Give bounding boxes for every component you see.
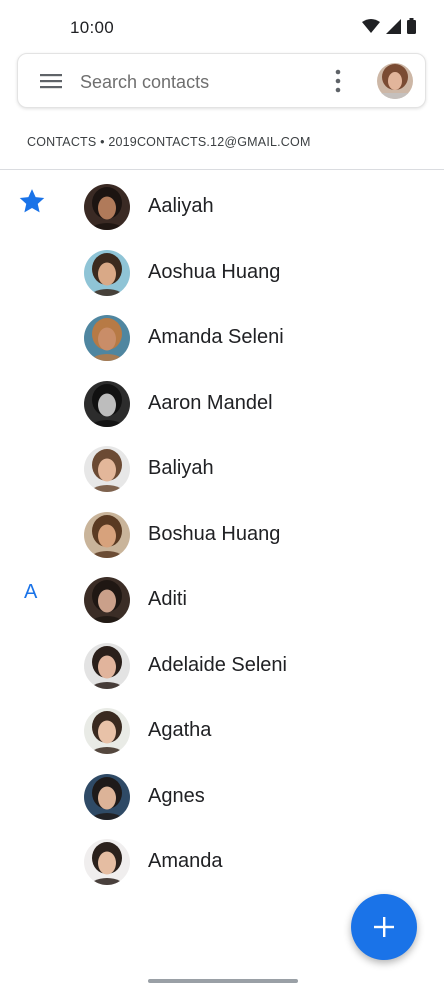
contact-name: Agatha bbox=[148, 719, 212, 741]
contact-row[interactable]: A Aditi bbox=[0, 567, 444, 633]
account-avatar[interactable] bbox=[377, 63, 413, 99]
contact-avatar bbox=[84, 315, 130, 361]
divider bbox=[0, 169, 444, 170]
search-input[interactable] bbox=[78, 66, 322, 98]
contact-row[interactable]: Adelaide Seleni bbox=[0, 633, 444, 699]
contact-avatar bbox=[84, 577, 130, 623]
section-letter: A bbox=[24, 581, 38, 603]
status-bar: 10:00 bbox=[0, 0, 444, 52]
contact-avatar bbox=[84, 184, 130, 230]
contact-name: Amanda Seleni bbox=[148, 326, 284, 348]
contact-name: Aditi bbox=[148, 588, 187, 610]
contact-name: Agnes bbox=[148, 784, 205, 807]
account-label: CONTACTS • 2019CONTACTS.12@GMAIL.COM bbox=[27, 135, 311, 149]
wifi-icon bbox=[362, 19, 380, 33]
contact-row[interactable]: Baliyah bbox=[0, 436, 444, 502]
status-icons bbox=[362, 18, 416, 34]
contact-name: Baliyah bbox=[148, 457, 214, 479]
contact-name: Adelaide Seleni bbox=[148, 653, 287, 676]
battery-icon bbox=[407, 18, 416, 34]
add-contact-button[interactable] bbox=[351, 894, 417, 960]
contact-avatar bbox=[84, 642, 130, 689]
contact-row[interactable]: Amanda bbox=[0, 829, 444, 895]
contact-avatar bbox=[84, 446, 130, 492]
contact-name: Amanda bbox=[148, 850, 223, 872]
more-vert-icon[interactable] bbox=[330, 68, 346, 94]
contact-row[interactable]: Agatha bbox=[0, 698, 444, 764]
contact-row[interactable]: Agnes bbox=[0, 764, 444, 830]
menu-icon[interactable] bbox=[39, 71, 63, 91]
status-time: 10:00 bbox=[70, 18, 115, 37]
contact-row[interactable]: Aaliyah bbox=[0, 174, 444, 240]
contact-avatar bbox=[84, 839, 130, 885]
navigation-handle[interactable] bbox=[148, 979, 298, 983]
contact-avatar bbox=[84, 249, 130, 296]
contact-row[interactable]: Boshua Huang bbox=[0, 502, 444, 568]
contact-avatar bbox=[84, 380, 130, 427]
contact-row[interactable]: Aoshua Huang bbox=[0, 240, 444, 306]
contact-avatar bbox=[84, 511, 130, 558]
contact-name: Aaron Mandel bbox=[148, 391, 273, 414]
star-icon bbox=[17, 186, 47, 216]
contact-name: Boshua Huang bbox=[148, 522, 281, 545]
contact-avatar bbox=[84, 708, 130, 754]
contact-name: Aaliyah bbox=[148, 195, 214, 217]
signal-icon bbox=[386, 18, 401, 34]
contact-row[interactable]: Aaron Mandel bbox=[0, 371, 444, 437]
contact-name: Aoshua Huang bbox=[148, 260, 281, 283]
search-bar bbox=[17, 53, 426, 108]
contact-row[interactable]: Amanda Seleni bbox=[0, 305, 444, 371]
contact-list: Aaliyah Aoshua Huang Amanda Seleni Aaron Ma… bbox=[0, 174, 444, 895]
contact-avatar bbox=[84, 773, 130, 820]
